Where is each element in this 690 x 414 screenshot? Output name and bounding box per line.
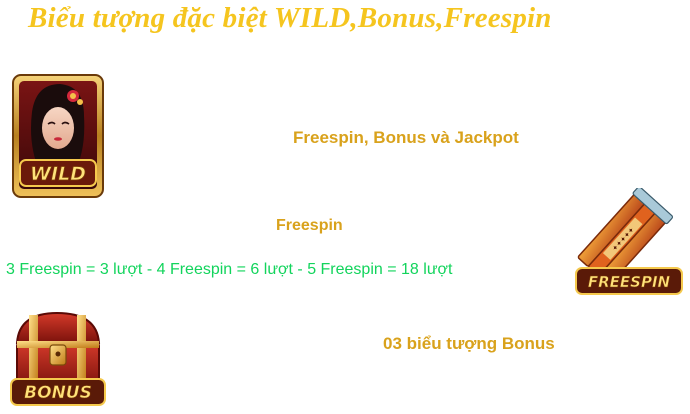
svg-text:BONUS: BONUS (24, 383, 92, 403)
bonus-description: 03 biểu tượng Bonus (383, 334, 555, 353)
freespin-symbol-icon: ✦✦✦✦✦ FREESPIN (574, 186, 684, 300)
wild-description: Freespin, Bonus và Jackpot (293, 128, 519, 147)
svg-text:WILD: WILD (30, 163, 86, 185)
svg-text:FREESPIN: FREESPIN (588, 273, 671, 291)
wild-symbol-icon: WILD (10, 72, 106, 200)
freespin-rule: 3 Freespin = 3 lượt - 4 Freespin = 6 lượ… (6, 261, 453, 278)
freespin-heading: Freespin (276, 217, 343, 234)
page-title: Biểu tượng đặc biệt WILD,Bonus,Freespin (28, 2, 552, 34)
bonus-symbol-icon: BONUS (5, 309, 110, 409)
